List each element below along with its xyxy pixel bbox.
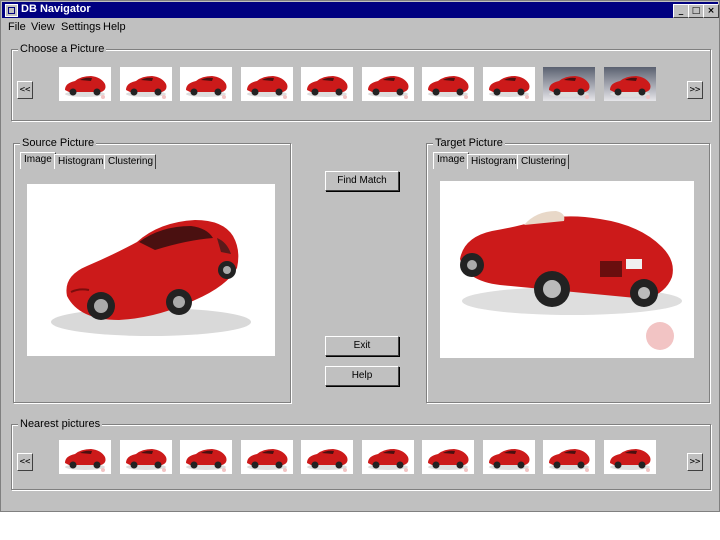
target-tab-histogram[interactable]: Histogram	[467, 154, 519, 169]
target-tab-image[interactable]: Image	[433, 152, 469, 169]
app-icon	[5, 4, 18, 17]
close-button[interactable]: ×	[703, 4, 719, 18]
source-image	[27, 184, 275, 356]
choose-prev-button[interactable]: <<	[17, 81, 33, 99]
menu-settings[interactable]: Settings	[61, 21, 101, 33]
menu-view[interactable]: View	[31, 21, 55, 33]
source-picture-label: Source Picture	[20, 137, 97, 149]
nearest-next-button[interactable]: >>	[687, 453, 703, 471]
source-tab-histogram[interactable]: Histogram	[54, 154, 106, 169]
menu-bar: File View Settings Help	[2, 19, 718, 35]
nearest-prev-button[interactable]: <<	[17, 453, 33, 471]
menu-help[interactable]: Help	[103, 21, 126, 33]
nearest-thumbnail[interactable]	[422, 440, 474, 474]
choose-thumbnail[interactable]	[119, 67, 172, 101]
maximize-button[interactable]: □	[688, 4, 704, 18]
nearest-thumbnail[interactable]	[482, 440, 535, 474]
help-button[interactable]: Help	[325, 366, 399, 386]
nearest-thumbnail[interactable]	[603, 440, 656, 474]
choose-thumbnail[interactable]	[301, 67, 353, 101]
nearest-pictures-label: Nearest pictures	[18, 418, 103, 430]
choose-picture-group: Choose a Picture << >>	[11, 43, 711, 121]
source-picture-group: Source Picture Image Histogram Clusterin…	[13, 137, 291, 403]
minimize-button[interactable]: _	[673, 4, 689, 18]
nearest-thumbnail[interactable]	[59, 440, 111, 474]
exit-button[interactable]: Exit	[325, 336, 399, 356]
menu-file[interactable]: File	[8, 21, 26, 33]
app-window: DB Navigator _ □ × File View Settings He…	[0, 0, 720, 512]
nearest-thumbnail[interactable]	[301, 440, 353, 474]
choose-thumbnail[interactable]	[240, 67, 293, 101]
nearest-thumbnail[interactable]	[119, 440, 172, 474]
choose-thumbnail[interactable]	[603, 67, 656, 101]
nearest-pictures-group: Nearest pictures << >>	[11, 418, 711, 490]
source-tab-image[interactable]: Image	[20, 152, 56, 169]
choose-thumbnail[interactable]	[422, 67, 474, 101]
target-image	[440, 181, 694, 358]
nearest-thumbnail[interactable]	[180, 440, 232, 474]
find-match-button[interactable]: Find Match	[325, 171, 399, 191]
source-tab-clustering[interactable]: Clustering	[104, 154, 156, 169]
title-bar: DB Navigator _ □ ×	[2, 2, 719, 18]
nearest-thumbnail[interactable]	[240, 440, 293, 474]
window-title: DB Navigator	[21, 3, 91, 15]
nearest-thumbnail[interactable]	[361, 440, 414, 474]
target-picture-group: Target Picture Image Histogram Clusterin…	[426, 137, 710, 403]
target-picture-label: Target Picture	[433, 137, 505, 149]
nearest-thumbnail[interactable]	[543, 440, 595, 474]
choose-next-button[interactable]: >>	[687, 81, 703, 99]
choose-thumbnail[interactable]	[59, 67, 111, 101]
choose-thumbnail[interactable]	[482, 67, 535, 101]
choose-thumbnail[interactable]	[543, 67, 595, 101]
target-tab-clustering[interactable]: Clustering	[517, 154, 569, 169]
choose-thumbnail[interactable]	[180, 67, 232, 101]
choose-picture-label: Choose a Picture	[18, 43, 107, 55]
choose-thumbnail[interactable]	[361, 67, 414, 101]
